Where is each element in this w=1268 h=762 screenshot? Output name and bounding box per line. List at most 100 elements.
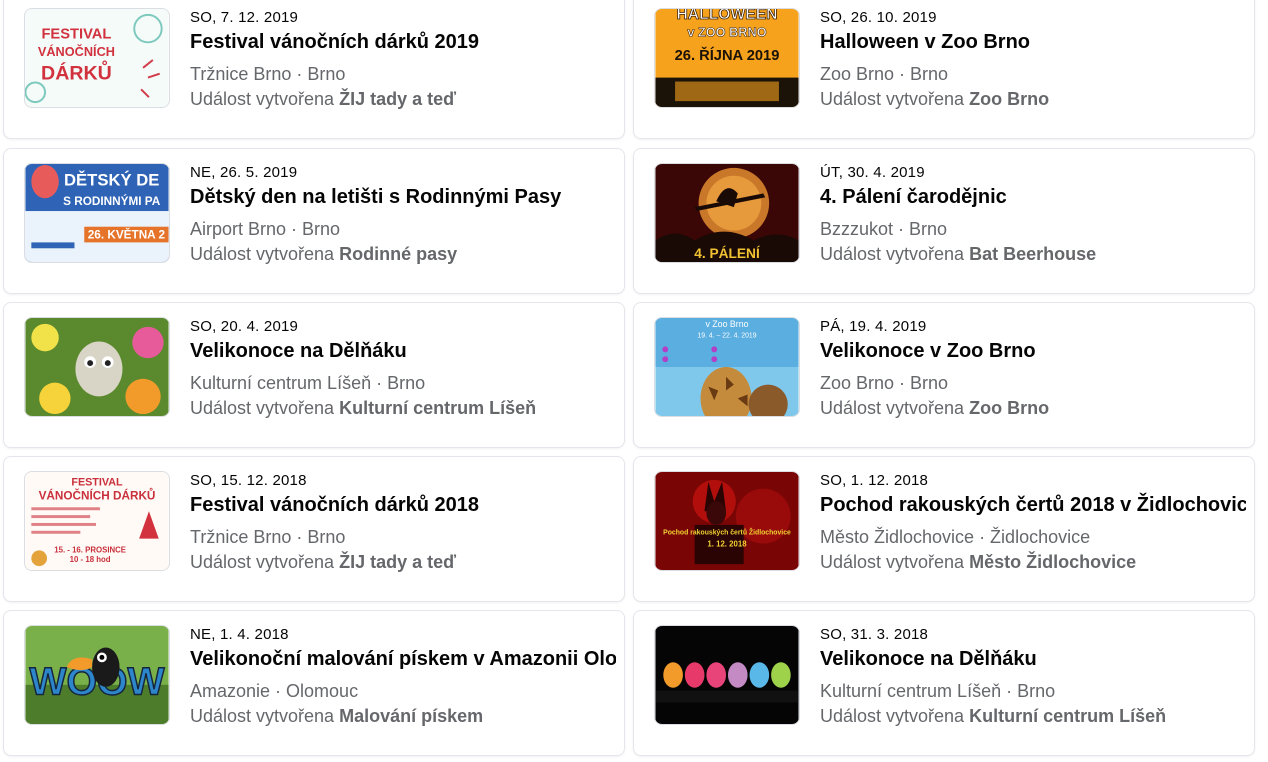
event-thumbnail[interactable]: FESTIVAL VÁNOČNÍCH DÁRKŮ	[24, 8, 170, 108]
event-creator: Událost vytvořena ŽIJ tady a teď	[190, 550, 616, 574]
creator-prefix: Událost vytvořena	[190, 244, 335, 264]
creator-name[interactable]: Město Židlochovice	[969, 552, 1136, 572]
event-card[interactable]: SO, 20. 4. 2019 Velikonoce na Dělňáku Ku…	[3, 302, 625, 448]
event-card[interactable]: FESTIVAL VÁNOČNÍCH DÁRKŮ SO, 7. 12. 2019…	[3, 0, 625, 139]
event-card[interactable]: DĚTSKÝ DE S RODINNÝMI PA 26. KVĚTNA 2 NE…	[3, 148, 625, 294]
event-card[interactable]: WOOW NE, 1. 4. 2018 Velikonoční malování…	[3, 610, 625, 756]
event-creator: Událost vytvořena Bat Beerhouse	[820, 242, 1246, 266]
event-date: SO, 26. 10. 2019	[820, 9, 937, 26]
event-title[interactable]: Halloween v Zoo Brno	[820, 29, 1246, 55]
event-thumbnail[interactable]: v Zoo Brno 19. 4. – 22. 4. 2019	[654, 317, 800, 417]
event-date: PÁ, 19. 4. 2019	[820, 318, 927, 335]
svg-text:v ZOO BRNO: v ZOO BRNO	[687, 24, 766, 39]
creator-name[interactable]: Bat Beerhouse	[969, 244, 1096, 264]
event-info: NE, 1. 4. 2018 Velikonoční malování písk…	[190, 625, 616, 728]
svg-text:15. - 16. PROSINCE: 15. - 16. PROSINCE	[54, 545, 126, 554]
event-creator: Událost vytvořena Zoo Brno	[820, 396, 1246, 420]
svg-text:FESTIVAL: FESTIVAL	[71, 477, 123, 489]
event-card[interactable]: FESTIVAL VÁNOČNÍCH DÁRKŮ 15. - 16. PROSI…	[3, 456, 625, 602]
event-place[interactable]: Airport Brno · Brno	[190, 217, 616, 241]
event-place[interactable]: Kulturní centrum Líšeň · Brno	[190, 371, 616, 395]
event-card[interactable]: v Zoo Brno 19. 4. – 22. 4. 2019 PÁ, 19. …	[633, 302, 1255, 448]
svg-text:19. 4. – 22. 4. 2019: 19. 4. – 22. 4. 2019	[697, 333, 756, 340]
event-info: SO, 26. 10. 2019 Halloween v Zoo Brno Zo…	[820, 8, 1246, 111]
event-creator: Událost vytvořena Město Židlochovice	[820, 550, 1246, 574]
svg-text:VÁNOČNÍCH DÁRKŮ: VÁNOČNÍCH DÁRKŮ	[39, 488, 156, 502]
svg-text:10 - 18 hod: 10 - 18 hod	[70, 555, 111, 564]
svg-text:26. ŘÍJNA 2019: 26. ŘÍJNA 2019	[675, 46, 780, 64]
creator-prefix: Událost vytvořena	[820, 398, 965, 418]
event-date: NE, 1. 4. 2018	[190, 626, 289, 643]
event-info: SO, 7. 12. 2019 Festival vánočních dárků…	[190, 8, 616, 111]
creator-name[interactable]: ŽIJ tady a teď	[339, 89, 456, 109]
creator-name[interactable]: Zoo Brno	[969, 89, 1049, 109]
event-creator: Událost vytvořena Kulturní centrum Líšeň	[820, 704, 1246, 728]
creator-name[interactable]: Rodinné pasy	[339, 244, 457, 264]
event-thumbnail[interactable]: DĚTSKÝ DE S RODINNÝMI PA 26. KVĚTNA 2	[24, 163, 170, 263]
event-title[interactable]: Velikonoce na Dělňáku	[190, 338, 616, 364]
creator-prefix: Událost vytvořena	[190, 398, 335, 418]
event-thumbnail[interactable]	[654, 625, 800, 725]
creator-prefix: Událost vytvořena	[820, 552, 965, 572]
event-thumbnail[interactable]: 4. PÁLENÍ	[654, 163, 800, 263]
event-card[interactable]: 4. PÁLENÍ ÚT, 30. 4. 2019 4. Pálení čaro…	[633, 148, 1255, 294]
event-title[interactable]: Dětský den na letišti s Rodinnými Pasy	[190, 184, 616, 210]
event-title[interactable]: Festival vánočních dárků 2018	[190, 492, 616, 518]
event-card[interactable]: HALLOWEEN v ZOO BRNO 26. ŘÍJNA 2019 SO, …	[633, 0, 1255, 139]
event-place[interactable]: Kulturní centrum Líšeň · Brno	[820, 679, 1246, 703]
event-thumbnail[interactable]: WOOW	[24, 625, 170, 725]
creator-prefix: Událost vytvořena	[820, 244, 965, 264]
svg-text:FESTIVAL: FESTIVAL	[41, 26, 111, 42]
creator-name[interactable]: Kulturní centrum Líšeň	[969, 706, 1166, 726]
creator-name[interactable]: ŽIJ tady a teď	[339, 552, 456, 572]
event-title[interactable]: Velikonoční malování pískem v Amazonii O…	[190, 646, 616, 672]
svg-text:26. KVĚTNA 2: 26. KVĚTNA 2	[88, 228, 166, 241]
event-title[interactable]: 4. Pálení čarodějnic	[820, 184, 1246, 210]
event-title[interactable]: Velikonoce na Dělňáku	[820, 646, 1246, 672]
event-date: SO, 7. 12. 2019	[190, 9, 299, 26]
svg-text:DÁRKŮ: DÁRKŮ	[41, 59, 112, 85]
event-place[interactable]: Tržnice Brno · Brno	[190, 62, 616, 86]
creator-prefix: Událost vytvořena	[820, 89, 965, 109]
creator-prefix: Událost vytvořena	[190, 89, 335, 109]
event-info: SO, 1. 12. 2018 Pochod rakouských čertů …	[820, 471, 1246, 574]
creator-prefix: Událost vytvořena	[190, 552, 335, 572]
event-card[interactable]: Pochod rakouských čertů Židlochovice 1. …	[633, 456, 1255, 602]
creator-name[interactable]: Kulturní centrum Líšeň	[339, 398, 536, 418]
creator-name[interactable]: Malování pískem	[339, 706, 483, 726]
event-date: SO, 31. 3. 2018	[820, 626, 929, 643]
event-info: SO, 20. 4. 2019 Velikonoce na Dělňáku Ku…	[190, 317, 616, 420]
creator-name[interactable]: Zoo Brno	[969, 398, 1049, 418]
event-card[interactable]: SO, 31. 3. 2018 Velikonoce na Dělňáku Ku…	[633, 610, 1255, 756]
svg-text:VÁNOČNÍCH: VÁNOČNÍCH	[38, 44, 115, 59]
event-date: SO, 15. 12. 2018	[190, 472, 307, 489]
svg-text:S RODINNÝMI PA: S RODINNÝMI PA	[63, 195, 161, 208]
event-info: SO, 15. 12. 2018 Festival vánočních dárk…	[190, 471, 616, 574]
event-title[interactable]: Festival vánočních dárků 2019	[190, 29, 616, 55]
event-title[interactable]: Velikonoce v Zoo Brno	[820, 338, 1246, 364]
event-creator: Událost vytvořena Rodinné pasy	[190, 242, 616, 266]
svg-text:DĚTSKÝ DE: DĚTSKÝ DE	[64, 171, 159, 190]
event-date: SO, 20. 4. 2019	[190, 318, 299, 335]
event-place[interactable]: Tržnice Brno · Brno	[190, 525, 616, 549]
event-place[interactable]: Zoo Brno · Brno	[820, 371, 1246, 395]
event-date: ÚT, 30. 4. 2019	[820, 164, 925, 181]
creator-prefix: Událost vytvořena	[190, 706, 335, 726]
event-thumbnail[interactable]	[24, 317, 170, 417]
event-place[interactable]: Město Židlochovice · Židlochovice	[820, 525, 1246, 549]
svg-text:HALLOWEEN: HALLOWEEN	[677, 9, 778, 23]
event-thumbnail[interactable]: Pochod rakouských čertů Židlochovice 1. …	[654, 471, 800, 571]
svg-text:4. PÁLENÍ: 4. PÁLENÍ	[694, 245, 761, 261]
event-title[interactable]: Pochod rakouských čertů 2018 v Židlochov…	[820, 492, 1246, 518]
event-place[interactable]: Bzzzukot · Brno	[820, 217, 1246, 241]
event-creator: Událost vytvořena Malování pískem	[190, 704, 616, 728]
event-info: PÁ, 19. 4. 2019 Velikonoce v Zoo Brno Zo…	[820, 317, 1246, 420]
creator-prefix: Událost vytvořena	[820, 706, 965, 726]
event-place[interactable]: Amazonie · Olomouc	[190, 679, 616, 703]
event-info: NE, 26. 5. 2019 Dětský den na letišti s …	[190, 163, 616, 266]
event-info: ÚT, 30. 4. 2019 4. Pálení čarodějnic Bzz…	[820, 163, 1246, 266]
event-thumbnail[interactable]: HALLOWEEN v ZOO BRNO 26. ŘÍJNA 2019	[654, 8, 800, 108]
event-thumbnail[interactable]: FESTIVAL VÁNOČNÍCH DÁRKŮ 15. - 16. PROSI…	[24, 471, 170, 571]
event-info: SO, 31. 3. 2018 Velikonoce na Dělňáku Ku…	[820, 625, 1246, 728]
event-place[interactable]: Zoo Brno · Brno	[820, 62, 1246, 86]
